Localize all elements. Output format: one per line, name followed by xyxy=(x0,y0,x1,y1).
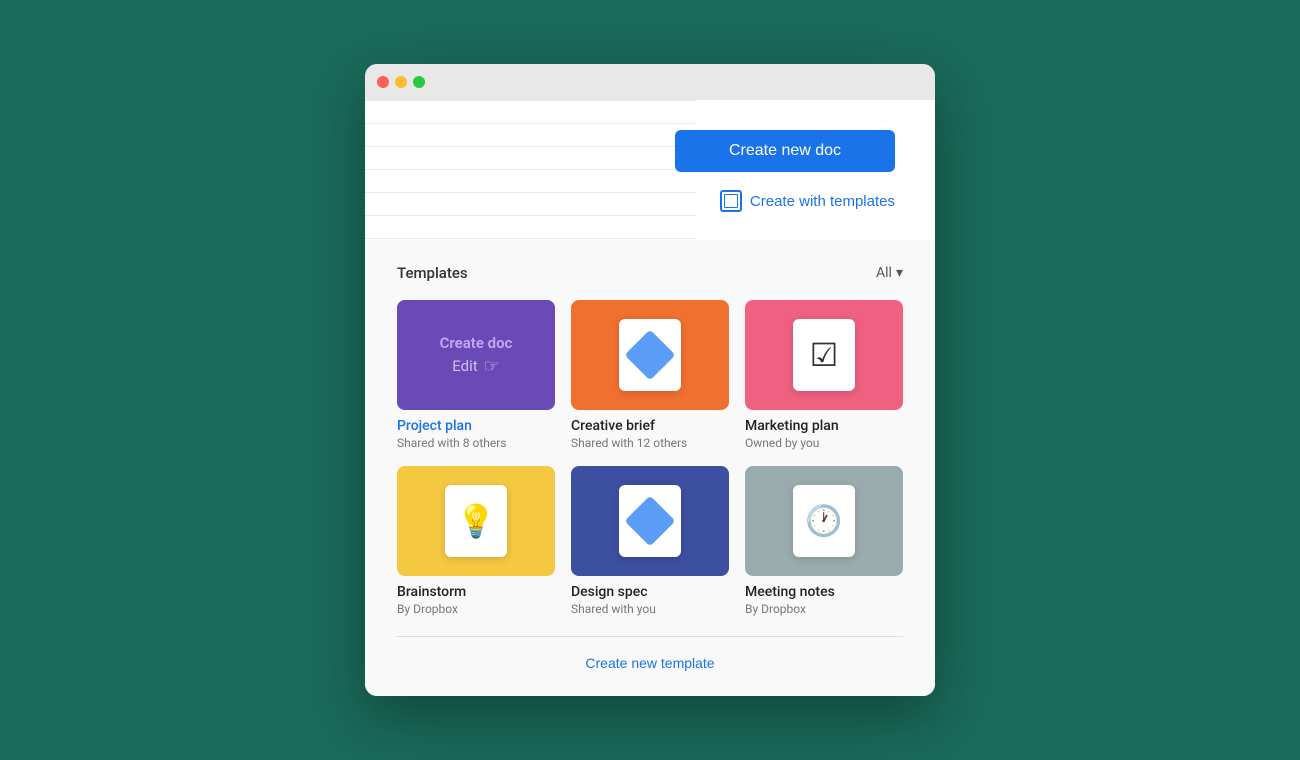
templates-title: Templates xyxy=(397,264,468,282)
template-card-marketing-plan[interactable]: ☑ Marketing plan Owned by you xyxy=(745,300,903,450)
template-name-design-spec: Design spec xyxy=(571,584,729,600)
template-thumb-meeting-notes: 🕐 xyxy=(745,466,903,576)
templates-grid: Create doc Edit ☞ Project plan Shared wi… xyxy=(397,300,903,616)
close-window-button[interactable] xyxy=(377,76,389,88)
template-name-project-plan: Project plan xyxy=(397,418,555,434)
overlay-edit-button[interactable]: Edit ☞ xyxy=(452,356,500,377)
template-thumb-design-spec xyxy=(571,466,729,576)
create-with-templates-button[interactable]: Create with templates xyxy=(720,186,895,216)
template-hover-overlay: Create doc Edit ☞ xyxy=(397,300,555,410)
overlay-create-doc-button[interactable]: Create doc xyxy=(440,334,513,352)
template-card-meeting-notes[interactable]: 🕐 Meeting notes By Dropbox xyxy=(745,466,903,616)
thumb-inner-card: ☑ xyxy=(793,319,855,391)
template-thumb-marketing-plan: ☑ xyxy=(745,300,903,410)
cursor-icon: ☞ xyxy=(484,356,500,377)
template-name-marketing-plan: Marketing plan xyxy=(745,418,903,434)
template-name-creative-brief: Creative brief xyxy=(571,418,729,434)
template-name-brainstorm: Brainstorm xyxy=(397,584,555,600)
checkbox-icon: ☑ xyxy=(810,336,839,374)
chevron-down-icon: ▾ xyxy=(896,265,903,281)
diamond-icon xyxy=(625,496,676,547)
template-meta-project-plan: Shared with 8 others xyxy=(397,436,555,450)
thumb-inner-card: 🕐 xyxy=(793,485,855,557)
template-card-project-plan[interactable]: Create doc Edit ☞ Project plan Shared wi… xyxy=(397,300,555,450)
template-name-meeting-notes: Meeting notes xyxy=(745,584,903,600)
template-meta-design-spec: Shared with you xyxy=(571,602,729,616)
minimize-window-button[interactable] xyxy=(395,76,407,88)
template-thumb-brainstorm: 💡 xyxy=(397,466,555,576)
template-icon xyxy=(720,190,742,212)
top-section: Create new doc Create with templates xyxy=(365,100,935,240)
templates-header: Templates All ▾ xyxy=(397,264,903,282)
template-thumb-project-plan: Create doc Edit ☞ xyxy=(397,300,555,410)
clock-icon: 🕐 xyxy=(805,504,842,539)
template-card-creative-brief[interactable]: Creative brief Shared with 12 others xyxy=(571,300,729,450)
template-card-brainstorm[interactable]: 💡 Brainstorm By Dropbox xyxy=(397,466,555,616)
template-thumb-creative-brief xyxy=(571,300,729,410)
modal: Create new doc Create with templates Tem… xyxy=(365,64,935,696)
templates-filter-dropdown[interactable]: All ▾ xyxy=(876,265,903,281)
lightbulb-icon: 💡 xyxy=(456,502,496,540)
templates-footer: Create new template xyxy=(397,636,903,672)
template-meta-marketing-plan: Owned by you xyxy=(745,436,903,450)
templates-panel: Templates All ▾ Create doc Edit ☞ xyxy=(365,240,935,696)
thumb-inner-card xyxy=(619,485,681,557)
template-meta-creative-brief: Shared with 12 others xyxy=(571,436,729,450)
modal-title-bar xyxy=(365,64,935,100)
create-new-doc-button[interactable]: Create new doc xyxy=(675,130,895,172)
template-card-design-spec[interactable]: Design spec Shared with you xyxy=(571,466,729,616)
maximize-window-button[interactable] xyxy=(413,76,425,88)
template-meta-meeting-notes: By Dropbox xyxy=(745,602,903,616)
thumb-inner-card xyxy=(619,319,681,391)
create-new-template-button[interactable]: Create new template xyxy=(585,655,714,671)
thumb-inner-card: 💡 xyxy=(445,485,507,557)
template-meta-brainstorm: By Dropbox xyxy=(397,602,555,616)
diamond-icon xyxy=(625,330,676,381)
